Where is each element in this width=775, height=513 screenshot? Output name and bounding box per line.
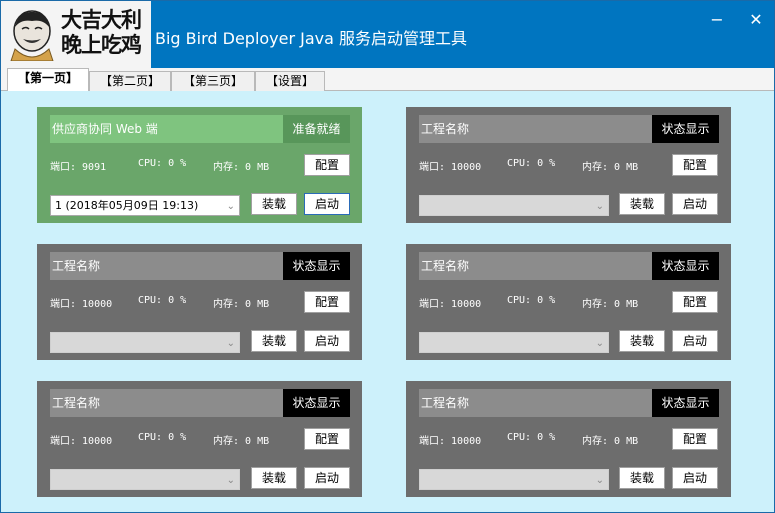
version-select[interactable]: ⌄	[419, 469, 609, 490]
load-button[interactable]: 装载	[619, 330, 665, 352]
tab-settings[interactable]: 【设置】	[255, 71, 325, 91]
service-card: 工程名称 状态显示 端口: 10000 CPU: 0 % 内存: 0 MB 配置…	[406, 244, 731, 360]
start-button[interactable]: 启动	[672, 193, 718, 215]
config-button[interactable]: 配置	[304, 154, 350, 176]
app-window: 大吉大利 晚上吃鸡 Big Bird Deployer Java 服务启动管理工…	[0, 0, 775, 513]
cpu-label: CPU: 0 %	[507, 295, 556, 306]
logo-text: 大吉大利 晚上吃鸡	[61, 8, 151, 58]
version-select[interactable]: ⌄	[419, 195, 609, 216]
service-card: 工程名称 状态显示 端口: 10000 CPU: 0 % 内存: 0 MB 配置…	[37, 381, 362, 497]
version-select[interactable]: ⌄	[419, 332, 609, 353]
project-name: 工程名称	[50, 389, 283, 417]
cpu-label: CPU: 0 %	[507, 432, 556, 443]
tab-page-1[interactable]: 【第一页】	[7, 68, 89, 92]
port-label: 端口: 10000	[419, 436, 482, 447]
tab-bar: 【第一页】 【第二页】 【第三页】 【设置】	[1, 68, 774, 92]
port-label: 端口: 10000	[50, 436, 113, 447]
window-title: Big Bird Deployer Java 服务启动管理工具	[155, 29, 468, 48]
close-button[interactable]: ✕	[744, 9, 768, 31]
config-button[interactable]: 配置	[672, 291, 718, 313]
close-icon: ✕	[749, 10, 763, 29]
config-button[interactable]: 配置	[304, 428, 350, 450]
chevron-down-icon: ⌄	[595, 475, 604, 486]
status-badge: 状态显示	[283, 389, 350, 417]
load-button[interactable]: 装载	[619, 467, 665, 489]
tab-page-2[interactable]: 【第二页】	[89, 71, 171, 91]
cpu-label: CPU: 0 %	[138, 295, 187, 306]
load-button[interactable]: 装载	[251, 330, 297, 352]
chevron-down-icon: ⌄	[595, 201, 604, 212]
version-select[interactable]: 1 (2018年05月09日 19:13) ⌄	[50, 195, 240, 216]
memory-label: 内存: 0 MB	[582, 299, 639, 310]
project-name: 工程名称	[419, 115, 652, 143]
config-button[interactable]: 配置	[304, 291, 350, 313]
status-badge: 准备就绪	[283, 115, 350, 143]
service-card: 工程名称 状态显示 端口: 10000 CPU: 0 % 内存: 0 MB 配置…	[406, 381, 731, 497]
memory-label: 内存: 0 MB	[582, 162, 639, 173]
start-button[interactable]: 启动	[304, 193, 350, 215]
chevron-down-icon: ⌄	[226, 201, 235, 212]
chevron-down-icon: ⌄	[595, 338, 604, 349]
status-badge: 状态显示	[283, 252, 350, 280]
port-label: 端口: 9091	[50, 162, 107, 173]
status-badge: 状态显示	[652, 115, 719, 143]
start-button[interactable]: 启动	[304, 330, 350, 352]
project-name: 工程名称	[419, 389, 652, 417]
config-button[interactable]: 配置	[672, 154, 718, 176]
version-value: 1 (2018年05月09日 19:13)	[55, 199, 199, 212]
logo-line-2: 晚上吃鸡	[61, 33, 142, 57]
project-name: 工程名称	[50, 252, 283, 280]
service-card: 工程名称 状态显示 端口: 10000 CPU: 0 % 内存: 0 MB 配置…	[406, 107, 731, 223]
port-label: 端口: 10000	[419, 162, 482, 173]
status-badge: 状态显示	[652, 389, 719, 417]
status-badge: 状态显示	[652, 252, 719, 280]
project-name: 供应商协同 Web 端	[50, 115, 283, 143]
logo-line-1: 大吉大利	[61, 8, 142, 32]
minimize-button[interactable]: −	[705, 9, 729, 31]
chevron-down-icon: ⌄	[226, 475, 235, 486]
load-button[interactable]: 装载	[251, 467, 297, 489]
service-card: 工程名称 状态显示 端口: 10000 CPU: 0 % 内存: 0 MB 配置…	[37, 244, 362, 360]
load-button[interactable]: 装载	[251, 193, 297, 215]
memory-label: 内存: 0 MB	[213, 162, 270, 173]
port-label: 端口: 10000	[419, 299, 482, 310]
version-select[interactable]: ⌄	[50, 469, 240, 490]
port-label: 端口: 10000	[50, 299, 113, 310]
cpu-label: CPU: 0 %	[507, 158, 556, 169]
load-button[interactable]: 装载	[619, 193, 665, 215]
tab-content: 供应商协同 Web 端 准备就绪 端口: 9091 CPU: 0 % 内存: 0…	[1, 91, 774, 512]
start-button[interactable]: 启动	[672, 330, 718, 352]
memory-label: 内存: 0 MB	[582, 436, 639, 447]
service-card: 供应商协同 Web 端 准备就绪 端口: 9091 CPU: 0 % 内存: 0…	[37, 107, 362, 223]
app-logo: 大吉大利 晚上吃鸡	[1, 1, 151, 68]
minimize-icon: −	[710, 10, 724, 29]
start-button[interactable]: 启动	[304, 467, 350, 489]
title-bar[interactable]: 大吉大利 晚上吃鸡 Big Bird Deployer Java 服务启动管理工…	[1, 1, 774, 68]
tab-page-3[interactable]: 【第三页】	[171, 71, 255, 91]
memory-label: 内存: 0 MB	[213, 436, 270, 447]
memory-label: 内存: 0 MB	[213, 299, 270, 310]
config-button[interactable]: 配置	[672, 428, 718, 450]
chevron-down-icon: ⌄	[226, 338, 235, 349]
start-button[interactable]: 启动	[672, 467, 718, 489]
version-select[interactable]: ⌄	[50, 332, 240, 353]
cpu-label: CPU: 0 %	[138, 432, 187, 443]
meme-face-icon	[10, 10, 54, 61]
cpu-label: CPU: 0 %	[138, 158, 187, 169]
project-name: 工程名称	[419, 252, 652, 280]
